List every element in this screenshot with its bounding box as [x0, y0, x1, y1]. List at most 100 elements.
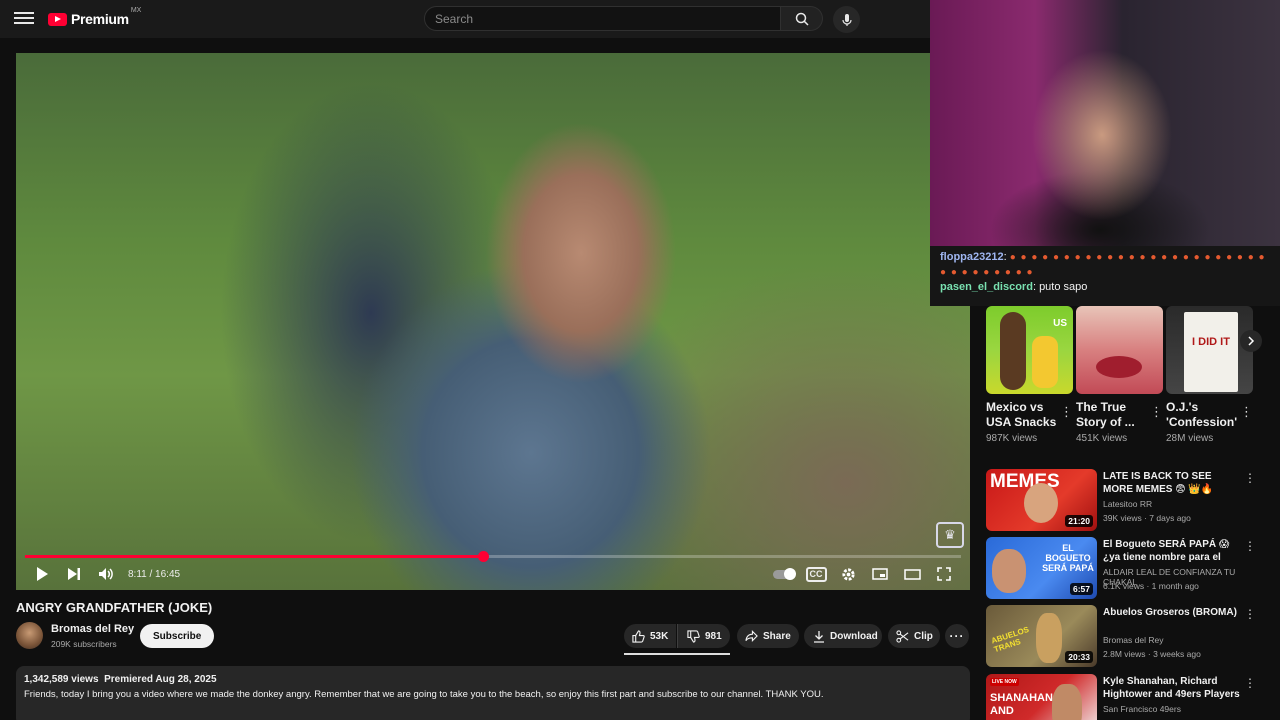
clip-button[interactable]: Clip [888, 624, 940, 648]
settings-button[interactable] [832, 560, 864, 588]
video-title[interactable]: LATE IS BACK TO SEE MORE MEMES 😨 👑🔥 [1103, 470, 1243, 496]
short-item[interactable]: US Mexico vs USA Snacks 987K views ⋮ [986, 306, 1073, 444]
live-badge: LIVE NOW [990, 678, 1019, 686]
video-channel[interactable]: Bromas del Rey [1103, 635, 1163, 645]
recommended-video[interactable]: ABUELOS TRANS 20:33 Abuelos Groseros (BR… [986, 605, 1270, 667]
youtube-premium-logo[interactable]: Premium MX [48, 7, 142, 28]
download-button[interactable]: Download [804, 624, 882, 648]
thumbs-up-icon [632, 629, 645, 643]
video-meta: 2.8M views · 3 weeks ago [1103, 649, 1201, 659]
crown-icon: ♛ [944, 527, 956, 542]
autoplay-toggle[interactable] [768, 560, 800, 588]
autoplay-switch-icon [773, 567, 796, 580]
short-thumbnail[interactable] [1076, 306, 1163, 394]
recommended-video[interactable]: MEMES 21:20 LATE IS BACK TO SEE MORE MEM… [986, 469, 1270, 531]
search-input[interactable] [424, 6, 781, 31]
voice-search-button[interactable] [833, 6, 860, 33]
channel-avatar[interactable] [16, 622, 43, 649]
short-title[interactable]: The True Story of ... [1076, 400, 1148, 430]
recommended-video[interactable]: LIVE NOW SHANAHAN AND Kyle Shanahan, Ric… [986, 674, 1270, 720]
miniplayer-button[interactable] [864, 560, 896, 588]
short-thumb-label: US [1053, 318, 1067, 329]
shelf-next-button[interactable] [1240, 330, 1262, 352]
short-thumbnail[interactable]: US [986, 306, 1073, 394]
video-channel[interactable]: Latesitoo RR [1103, 499, 1152, 509]
like-dislike-indicator [624, 653, 730, 655]
short-item[interactable]: The True Story of ... 451K views ⋮ [1076, 306, 1163, 444]
short-title[interactable]: O.J.'s 'Confession' [1166, 400, 1238, 430]
chat-username: floppa23212 [940, 251, 1004, 263]
fullscreen-icon [937, 567, 951, 581]
skip-next-icon [68, 568, 80, 580]
next-button[interactable] [58, 560, 90, 588]
video-duration: 6:57 [1069, 583, 1093, 595]
download-icon [814, 630, 824, 643]
chat-username: pasen_el_discord [940, 281, 1033, 293]
description-stats: 1,342,589 views Premiered Aug 28, 2025 [24, 674, 962, 685]
channel-watermark[interactable]: ♛ [936, 522, 964, 548]
stream-chat: floppa23212: ● ● ● ● ● ● ● ● ● ● ● ● ● ●… [930, 246, 1280, 306]
recommended-video[interactable]: EL BOGUETO SERÁ PAPÁ 6:57 El Bogueto SER… [986, 537, 1270, 599]
dislike-count: 981 [705, 630, 722, 642]
more-options-button[interactable]: ⋮ [1244, 539, 1256, 553]
share-label: Share [763, 630, 791, 642]
share-button[interactable]: Share [737, 624, 799, 648]
short-thumbnail[interactable]: I DID IT [1166, 306, 1253, 394]
more-options-button[interactable]: ⋮ [1060, 404, 1073, 420]
chat-message: floppa23212: ● ● ● ● ● ● ● ● ● ● ● ● ● ●… [940, 251, 1266, 278]
dislike-button[interactable]: 981 [677, 624, 730, 648]
thumb-label: ABUELOS TRANS [990, 624, 1031, 655]
subtitles-button[interactable]: CC [800, 560, 832, 588]
video-thumbnail[interactable]: MEMES 21:20 [986, 469, 1097, 531]
volume-button[interactable] [90, 560, 122, 588]
scissors-icon [896, 629, 909, 643]
shorts-shelf: US Mexico vs USA Snacks 987K views ⋮ The… [986, 306, 1276, 456]
video-thumbnail[interactable]: ABUELOS TRANS 20:33 [986, 605, 1097, 667]
description-box[interactable]: 1,342,589 views Premiered Aug 28, 2025 F… [16, 666, 970, 720]
more-options-button[interactable]: ⋮ [1244, 607, 1256, 621]
channel-name[interactable]: Bromas del Rey [51, 623, 134, 635]
chevron-right-icon [1248, 336, 1255, 346]
video-thumbnail[interactable]: EL BOGUETO SERÁ PAPÁ 6:57 [986, 537, 1097, 599]
video-title[interactable]: El Bogueto SERÁ PAPÁ 😱 ¿ya tiene nombre … [1103, 538, 1243, 564]
miniplayer-icon [872, 568, 888, 580]
video-channel[interactable]: San Francisco 49ers [1103, 704, 1181, 714]
short-thumb-label: I DID IT [1192, 336, 1230, 348]
video-title[interactable]: Abuelos Groseros (BROMA) [1103, 606, 1243, 619]
short-title[interactable]: Mexico vs USA Snacks [986, 400, 1058, 430]
more-options-button[interactable]: ⋮ [1150, 404, 1163, 420]
streamer-webcam [930, 0, 1280, 246]
like-count: 53K [650, 630, 669, 642]
video-thumbnail[interactable]: LIVE NOW SHANAHAN AND [986, 674, 1097, 720]
menu-button[interactable] [14, 9, 34, 29]
time-display: 8:11 / 16:45 [128, 568, 181, 580]
description-text: Friends, today I bring you a video where… [24, 689, 824, 700]
view-count: 1,342,589 views [24, 674, 99, 685]
logo-region: MX [130, 7, 142, 14]
short-item[interactable]: I DID IT O.J.'s 'Confession' 28M views ⋮ [1166, 306, 1253, 444]
more-options-button[interactable]: ⋮ [1240, 404, 1253, 420]
premiere-date: Premiered Aug 28, 2025 [104, 674, 217, 685]
gear-icon [841, 567, 855, 581]
video-title[interactable]: Kyle Shanahan, Richard Hightower and 49e… [1103, 675, 1243, 701]
more-options-button[interactable]: ⋮ [1244, 471, 1256, 485]
video-player[interactable]: ♛ 8:11 / 16:45 CC [16, 53, 970, 590]
play-button[interactable] [26, 560, 58, 588]
chat-message: pasen_el_discord: puto sapo [940, 281, 1088, 293]
theater-icon [903, 568, 921, 580]
share-icon [745, 630, 758, 642]
like-button[interactable]: 53K [624, 624, 676, 648]
chat-text: puto sapo [1039, 281, 1088, 293]
subscriber-count: 209K subscribers [51, 639, 117, 649]
short-views: 28M views [1166, 433, 1214, 444]
more-actions-button[interactable]: ··· [945, 624, 969, 648]
subscribe-button[interactable]: Subscribe [140, 624, 215, 648]
more-options-button[interactable]: ⋮ [1244, 676, 1256, 690]
closed-captions-icon: CC [805, 566, 827, 582]
clip-label: Clip [914, 630, 933, 642]
short-views: 987K views [986, 433, 1038, 444]
youtube-play-icon [48, 12, 67, 26]
fullscreen-button[interactable] [928, 560, 960, 588]
search-button[interactable] [781, 6, 823, 31]
theater-mode-button[interactable] [896, 560, 928, 588]
